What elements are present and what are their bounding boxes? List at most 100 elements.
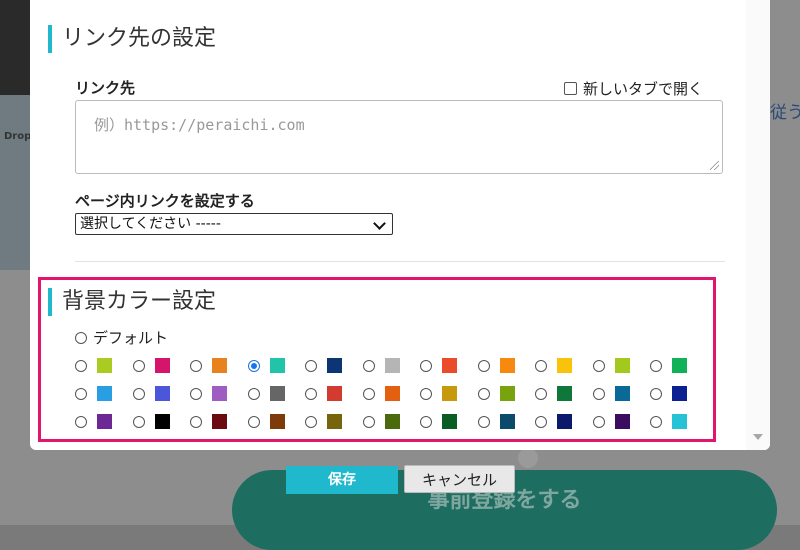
background-image-strip	[0, 0, 30, 95]
default-color-radio[interactable]	[75, 331, 87, 344]
color-swatch	[97, 386, 112, 401]
color-option[interactable]	[535, 386, 572, 401]
link-destination-label: リンク先	[75, 79, 136, 97]
color-option[interactable]	[477, 358, 515, 373]
modal-scrollbar[interactable]	[746, 0, 770, 450]
page-link-selected-value: 選択してください -----	[80, 216, 221, 232]
color-option[interactable]	[477, 414, 515, 429]
color-option[interactable]	[132, 358, 170, 373]
background-thumbnail: Drop	[0, 95, 33, 270]
color-option[interactable]	[305, 386, 342, 401]
color-radio[interactable]	[362, 415, 375, 428]
color-option[interactable]	[247, 358, 285, 373]
color-option[interactable]	[75, 358, 112, 373]
color-radio[interactable]	[420, 387, 432, 400]
color-radio[interactable]	[75, 387, 87, 400]
color-radio[interactable]	[305, 387, 317, 400]
color-option[interactable]	[305, 414, 342, 429]
bg-color-section-title: 背景カラー設定	[48, 288, 216, 316]
color-radio[interactable]	[75, 359, 87, 372]
background-side-text: 従う	[770, 103, 800, 123]
color-radio[interactable]	[305, 359, 317, 372]
color-radio[interactable]	[190, 359, 202, 372]
color-swatch	[269, 386, 285, 401]
link-section-title: リンク先の設定	[48, 25, 216, 53]
color-option[interactable]	[362, 414, 400, 429]
color-option[interactable]	[477, 386, 515, 401]
color-option[interactable]	[190, 358, 227, 373]
color-swatch	[212, 414, 227, 429]
color-swatch	[384, 386, 400, 401]
color-radio[interactable]	[75, 415, 87, 428]
color-radio[interactable]	[535, 415, 547, 428]
color-radio[interactable]	[190, 415, 202, 428]
color-option[interactable]	[420, 414, 457, 429]
link-url-textarea[interactable]: 例）https://peraichi.com	[75, 100, 723, 174]
page-link-select[interactable]: 選択してください -----	[75, 213, 393, 235]
color-swatch	[154, 358, 170, 373]
color-option[interactable]	[535, 358, 572, 373]
save-button[interactable]: 保存	[286, 466, 398, 494]
color-swatch	[327, 386, 342, 401]
color-radio[interactable]	[477, 359, 490, 372]
color-radio[interactable]	[132, 387, 145, 400]
default-color-option[interactable]: デフォルト	[75, 327, 168, 348]
color-radio[interactable]	[477, 387, 490, 400]
cancel-button[interactable]: キャンセル	[404, 465, 515, 493]
color-swatch	[614, 414, 630, 429]
color-swatch	[269, 358, 285, 373]
color-option[interactable]	[592, 414, 630, 429]
color-swatch	[499, 386, 515, 401]
resize-handle-icon[interactable]	[710, 161, 719, 170]
color-option[interactable]	[650, 386, 687, 401]
color-option[interactable]	[420, 386, 457, 401]
color-option[interactable]	[190, 414, 227, 429]
color-radio[interactable]	[592, 387, 605, 400]
color-option[interactable]	[247, 386, 285, 401]
color-radio[interactable]	[535, 359, 547, 372]
color-option[interactable]	[132, 414, 170, 429]
new-tab-checkbox[interactable]	[564, 82, 577, 95]
color-radio[interactable]	[535, 387, 547, 400]
color-radio[interactable]	[247, 415, 260, 428]
color-radio[interactable]	[247, 387, 260, 400]
color-radio[interactable]	[362, 387, 375, 400]
default-color-label: デフォルト	[93, 329, 169, 347]
color-option[interactable]	[420, 358, 457, 373]
color-option[interactable]	[650, 358, 687, 373]
color-option[interactable]	[362, 386, 400, 401]
color-option[interactable]	[132, 386, 170, 401]
color-radio[interactable]	[305, 415, 317, 428]
background-circle-icon	[518, 448, 538, 468]
new-tab-option[interactable]: 新しいタブで開く	[564, 78, 703, 99]
color-radio[interactable]	[420, 359, 432, 372]
color-option[interactable]	[535, 414, 572, 429]
color-option[interactable]	[362, 358, 400, 373]
color-radio[interactable]	[420, 415, 432, 428]
color-option[interactable]	[190, 386, 227, 401]
color-option[interactable]	[75, 386, 112, 401]
color-swatch	[269, 414, 285, 429]
scroll-down-arrow-icon[interactable]	[753, 434, 763, 440]
color-option[interactable]	[592, 358, 630, 373]
color-radio[interactable]	[190, 387, 202, 400]
color-option[interactable]	[305, 358, 342, 373]
color-radio[interactable]	[650, 415, 662, 428]
color-option[interactable]	[650, 414, 687, 429]
color-radio[interactable]	[247, 359, 260, 372]
color-option[interactable]	[247, 414, 285, 429]
color-swatch	[557, 386, 572, 401]
color-radio[interactable]	[132, 359, 145, 372]
color-radio[interactable]	[592, 359, 605, 372]
color-radio[interactable]	[592, 415, 605, 428]
color-option[interactable]	[592, 386, 630, 401]
color-radio[interactable]	[650, 387, 662, 400]
color-swatch	[327, 358, 342, 373]
color-radio[interactable]	[362, 359, 375, 372]
color-swatch	[499, 414, 515, 429]
color-option[interactable]	[75, 414, 112, 429]
page-link-label: ページ内リンクを設定する	[75, 192, 255, 210]
color-radio[interactable]	[132, 415, 145, 428]
color-radio[interactable]	[650, 359, 662, 372]
color-radio[interactable]	[477, 415, 490, 428]
